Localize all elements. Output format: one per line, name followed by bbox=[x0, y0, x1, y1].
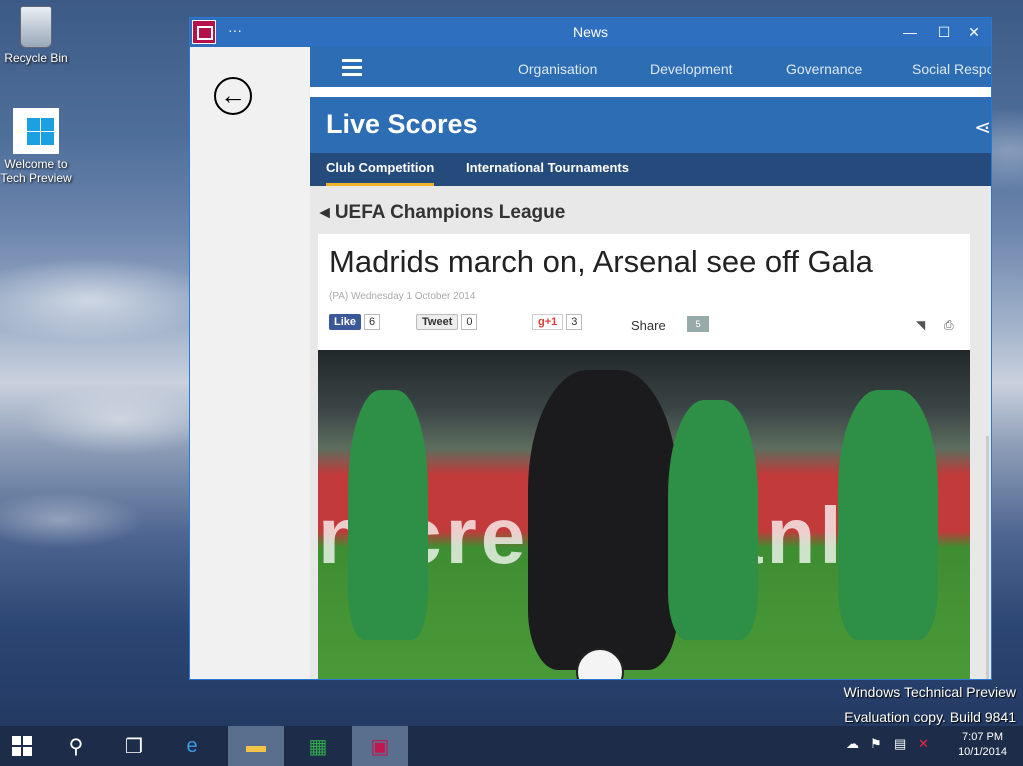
google-plus-button[interactable]: g+1 bbox=[532, 314, 564, 330]
network-icon[interactable]: ▤ bbox=[894, 736, 906, 752]
player-figure bbox=[348, 390, 428, 640]
live-scores-banner: Live Scores ⋖ bbox=[310, 97, 991, 153]
news-app-taskbar-icon[interactable]: ▣ bbox=[352, 726, 408, 766]
welcome-label: Welcome to Tech Preview bbox=[0, 157, 72, 185]
volume-muted-icon[interactable]: ✕ bbox=[918, 736, 929, 752]
minimize-button[interactable]: — bbox=[895, 21, 925, 43]
print-icon[interactable]: ⎙ bbox=[944, 318, 954, 333]
recycle-bin-label: Recycle Bin bbox=[4, 51, 68, 65]
watermark-line-1: Windows Technical Preview bbox=[843, 684, 1016, 700]
league-name: UEFA Champions League bbox=[334, 202, 566, 223]
action-center-flag-icon[interactable]: ⚑ bbox=[870, 736, 882, 752]
facebook-count: 6 bbox=[364, 314, 381, 330]
clock-time: 7:07 PM bbox=[962, 731, 1004, 743]
back-arrow-icon[interactable]: ← bbox=[214, 77, 252, 115]
top-nav: Organisation Development Governance Soci… bbox=[310, 47, 991, 87]
article-photo: nicredit banl bbox=[318, 350, 970, 679]
maximize-button[interactable]: ☐ bbox=[929, 21, 959, 43]
windows-start-icon bbox=[12, 736, 32, 756]
tab-international-tournaments[interactable]: International Tournaments bbox=[466, 153, 629, 186]
windows-logo-icon bbox=[13, 108, 59, 154]
article-byline: (PA) Wednesday 1 October 2014 bbox=[329, 291, 476, 302]
file-explorer-icon[interactable]: ▬ bbox=[228, 726, 284, 766]
clock-date: 10/1/2014 bbox=[958, 746, 1007, 758]
scrollbar[interactable] bbox=[986, 436, 989, 679]
system-clock[interactable]: 7:07 PM 10/1/2014 bbox=[958, 730, 1007, 760]
tweet-button[interactable]: Tweet bbox=[416, 314, 459, 330]
google-plus-count: 3 bbox=[566, 314, 583, 330]
news-app-window: ··· News — ☐ ✕ ← Organisation Developmen… bbox=[189, 17, 992, 680]
article-card: Madrids march on, Arsenal see off Gala (… bbox=[318, 234, 970, 679]
nav-organisation[interactable]: Organisation bbox=[518, 61, 597, 77]
share-label[interactable]: Share bbox=[631, 318, 666, 333]
close-button[interactable]: ✕ bbox=[959, 21, 989, 43]
recycle-bin-icon bbox=[20, 6, 52, 48]
player-figure bbox=[528, 370, 678, 670]
hamburger-menu-icon[interactable] bbox=[342, 59, 362, 80]
player-figure bbox=[668, 400, 758, 640]
competition-tabs: Club Competition International Tournamen… bbox=[310, 153, 991, 186]
nav-governance[interactable]: Governance bbox=[786, 61, 862, 77]
comment-count-badge[interactable]: 5 bbox=[687, 316, 709, 332]
facebook-like-button[interactable]: Like bbox=[329, 314, 362, 330]
share-icon[interactable]: ⋖ bbox=[974, 115, 991, 140]
page-title: Live Scores bbox=[326, 109, 478, 139]
tab-club-competition[interactable]: Club Competition bbox=[326, 153, 435, 186]
cloud-icon[interactable]: ☁ bbox=[846, 736, 859, 752]
rss-icon[interactable]: ◥ bbox=[916, 318, 925, 332]
facebook-like-widget[interactable]: Like 6 bbox=[329, 314, 381, 336]
tweet-widget[interactable]: Tweet 0 bbox=[416, 314, 478, 336]
search-icon[interactable]: ⚲ bbox=[48, 726, 104, 766]
taskbar: ⚲ ❐ e ▬ ▦ ▣ ☁ ⚑ ▤ ✕ 7:07 PM 10/1/2014 bbox=[0, 726, 1023, 766]
nav-social-responsibility[interactable]: Social Respo bbox=[912, 61, 991, 77]
recycle-bin-shortcut[interactable]: Recycle Bin bbox=[0, 6, 72, 65]
nav-development[interactable]: Development bbox=[650, 61, 733, 77]
player-figure bbox=[838, 390, 938, 640]
app-content: Organisation Development Governance Soci… bbox=[310, 47, 991, 679]
task-view-icon[interactable]: ❐ bbox=[106, 726, 162, 766]
store-icon[interactable]: ▦ bbox=[290, 726, 346, 766]
tweet-count: 0 bbox=[461, 314, 478, 330]
article-headline: Madrids march on, Arsenal see off Gala bbox=[329, 244, 873, 279]
article-area: ◂ UEFA Champions League Madrids march on… bbox=[310, 186, 991, 679]
side-pane: ← bbox=[190, 47, 310, 679]
watermark-line-2: Evaluation copy. Build 9841 bbox=[844, 709, 1016, 725]
google-plus-widget[interactable]: g+1 3 bbox=[532, 314, 583, 336]
title-bar[interactable]: ··· News — ☐ ✕ bbox=[190, 18, 991, 47]
window-title: News bbox=[572, 24, 608, 40]
welcome-shortcut[interactable]: Welcome to Tech Preview bbox=[0, 108, 72, 185]
internet-explorer-icon[interactable]: e bbox=[164, 726, 220, 766]
league-heading[interactable]: ◂ UEFA Champions League bbox=[320, 201, 565, 224]
